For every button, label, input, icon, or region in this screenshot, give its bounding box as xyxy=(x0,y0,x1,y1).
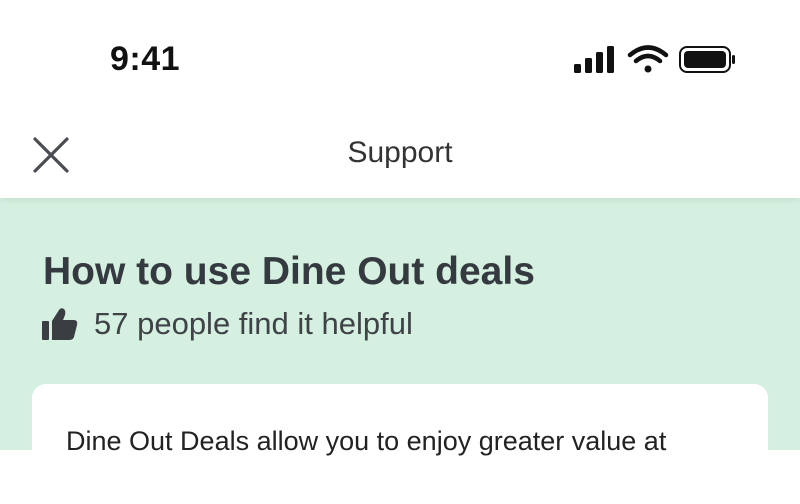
article-body-card: Dine Out Deals allow you to enjoy greate… xyxy=(32,384,768,504)
thumbs-up-icon xyxy=(42,308,78,340)
wifi-icon xyxy=(627,45,669,73)
cellular-signal-icon xyxy=(574,46,614,73)
status-icons xyxy=(572,44,742,76)
status-bar: 9:41 xyxy=(0,0,800,110)
battery-icon xyxy=(679,46,735,73)
status-time: 9:41 xyxy=(110,40,181,78)
helpful-count-text: 57 people find it helpful xyxy=(94,306,413,341)
article-title: How to use Dine Out deals xyxy=(43,250,535,293)
page-title: Support xyxy=(347,136,453,169)
article-content: How to use Dine Out deals 57 people find… xyxy=(0,198,800,504)
helpful-indicator: 57 people find it helpful xyxy=(42,306,413,342)
article-body-text: Dine Out Deals allow you to enjoy greate… xyxy=(66,426,667,456)
support-header: Support xyxy=(0,110,800,198)
status-icons-svg xyxy=(574,45,735,73)
